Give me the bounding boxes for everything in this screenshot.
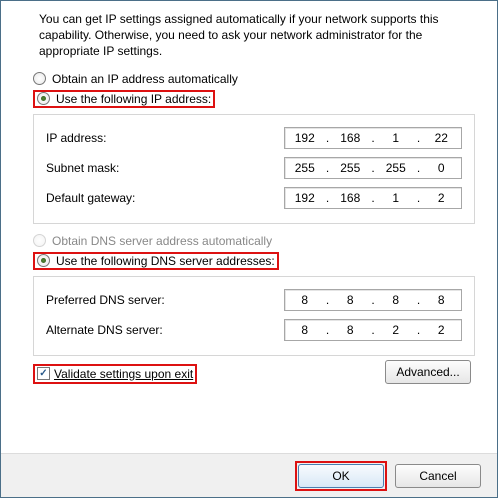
dns-fields: Preferred DNS server: 8. 8. 8. 8 Alterna… [33,276,475,356]
highlight-box: OK [295,461,387,491]
ip-settings-group: Obtain an IP address automatically Use t… [33,70,475,224]
highlight-box: Use the following DNS server addresses: [33,252,279,270]
cancel-button[interactable]: Cancel [395,464,481,488]
radio-icon [33,234,46,247]
preferred-dns-label: Preferred DNS server: [46,293,165,307]
radio-icon [37,92,50,105]
ip-auto-label: Obtain an IP address automatically [52,72,238,86]
default-gateway-row: Default gateway: 192. 168. 1. 2 [46,183,462,213]
highlight-box: Use the following IP address: [33,90,215,108]
preferred-dns-input[interactable]: 8. 8. 8. 8 [284,289,462,311]
ip-manual-label: Use the following IP address: [56,92,211,106]
ok-button[interactable]: OK [298,464,384,488]
dns-manual-radio-row[interactable]: Use the following DNS server addresses: [33,250,475,272]
ip-address-row: IP address: 192. 168. 1. 22 [46,123,462,153]
dns-manual-label: Use the following DNS server addresses: [56,254,275,268]
validate-label: Validate settings upon exit [54,367,193,381]
subnet-mask-row: Subnet mask: 255. 255. 255. 0 [46,153,462,183]
alternate-dns-label: Alternate DNS server: [46,323,163,337]
dns-settings-group: Obtain DNS server address automatically … [33,232,475,356]
ipv4-properties-dialog: You can get IP settings assigned automat… [0,0,498,498]
ip-address-label: IP address: [46,131,106,145]
ip-auto-radio-row[interactable]: Obtain an IP address automatically [33,70,475,88]
ip-address-input[interactable]: 192. 168. 1. 22 [284,127,462,149]
radio-icon [37,254,50,267]
ip-fields: IP address: 192. 168. 1. 22 Subnet mask:… [33,114,475,224]
default-gateway-input[interactable]: 192. 168. 1. 2 [284,187,462,209]
default-gateway-label: Default gateway: [46,191,135,205]
alternate-dns-row: Alternate DNS server: 8. 8. 2. 2 [46,315,462,345]
alternate-dns-input[interactable]: 8. 8. 2. 2 [284,319,462,341]
dns-auto-radio-row: Obtain DNS server address automatically [33,232,475,250]
description-text: You can get IP settings assigned automat… [1,1,497,66]
highlight-box: Validate settings upon exit [33,364,197,384]
advanced-button[interactable]: Advanced... [385,360,471,384]
subnet-mask-input[interactable]: 255. 255. 255. 0 [284,157,462,179]
radio-icon [33,72,46,85]
button-bar: OK Cancel [1,453,497,497]
checkbox-icon [37,367,50,380]
subnet-mask-label: Subnet mask: [46,161,119,175]
preferred-dns-row: Preferred DNS server: 8. 8. 8. 8 [46,285,462,315]
ip-manual-radio-row[interactable]: Use the following IP address: [33,88,475,110]
dns-auto-label: Obtain DNS server address automatically [52,234,272,248]
